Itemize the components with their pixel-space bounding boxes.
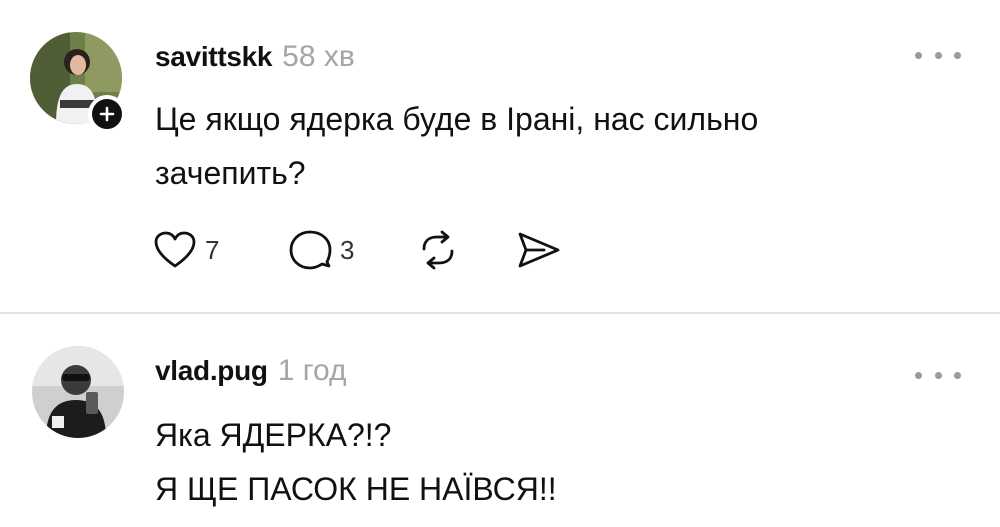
like-count: 7 [205, 234, 220, 265]
avatar[interactable] [32, 346, 124, 438]
post-text: Яка ЯДЕРКА?!? Я ЩЕ ПАСОК НЕ НАЇВСЯ!! [155, 408, 915, 516]
share-button[interactable] [516, 230, 576, 270]
like-button[interactable]: 7 [153, 230, 288, 270]
post-header: savittskk 58 хв [155, 40, 355, 80]
timestamp: 58 хв [282, 40, 355, 73]
more-options-icon [915, 371, 922, 379]
post: savittskk 58 хв Це якщо ядерка буде в Ір… [0, 0, 1000, 312]
more-options-button[interactable] [915, 45, 961, 65]
comment-icon [289, 230, 332, 270]
post-text-line: зачепить? [155, 155, 306, 191]
action-bar: 7 3 [153, 228, 576, 272]
username[interactable]: vlad.pug [155, 355, 268, 387]
post-text-line: Це якщо ядерка буде в Ірані, нас сильно [155, 101, 759, 137]
plus-icon [99, 106, 115, 122]
reply-count: 3 [340, 234, 355, 265]
follow-button[interactable] [88, 95, 126, 133]
post: vlad.pug 1 год Яка ЯДЕРКА?!? Я ЩЕ ПАСОК … [0, 314, 1000, 527]
more-options-button[interactable] [915, 365, 961, 385]
more-options-icon [915, 51, 922, 59]
send-icon [518, 232, 560, 268]
repost-icon [422, 230, 454, 270]
repost-button[interactable] [416, 229, 516, 271]
timestamp: 1 год [277, 354, 347, 387]
post-text-line: Я ЩЕ ПАСОК НЕ НАЇВСЯ!! [155, 471, 557, 507]
post-text-line: Яка ЯДЕРКА?!? [155, 417, 392, 453]
post-text: Це якщо ядерка буде в Ірані, нас сильно … [155, 92, 915, 200]
heart-icon [154, 231, 196, 268]
username[interactable]: savittskk [155, 41, 272, 73]
post-header: vlad.pug 1 год [155, 354, 347, 394]
reply-button[interactable]: 3 [288, 229, 416, 271]
